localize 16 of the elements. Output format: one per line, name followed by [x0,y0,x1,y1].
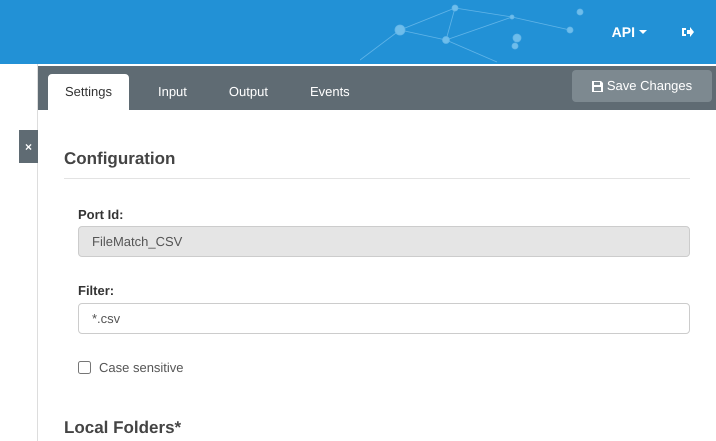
logout-icon[interactable] [681,26,694,38]
field-label: Filter: [78,282,116,300]
section-heading: Local Folders* [64,417,182,439]
save-changes-button[interactable]: Save Changes [572,70,712,102]
tab[interactable]: Output [212,74,285,110]
field-label: Port Id: [78,206,124,224]
section-heading: Configuration [64,148,176,170]
close-button[interactable]: × [19,130,38,163]
caret-icon [639,30,647,34]
checkbox-label: Case sensitive [99,358,184,376]
api-menu-button[interactable]: API [612,22,647,42]
tab[interactable]: Input [140,74,204,110]
checkbox[interactable] [78,360,91,374]
tab[interactable]: Events [292,74,367,110]
tab[interactable]: Settings [48,74,129,110]
input-field[interactable]: *.csv [78,302,690,334]
